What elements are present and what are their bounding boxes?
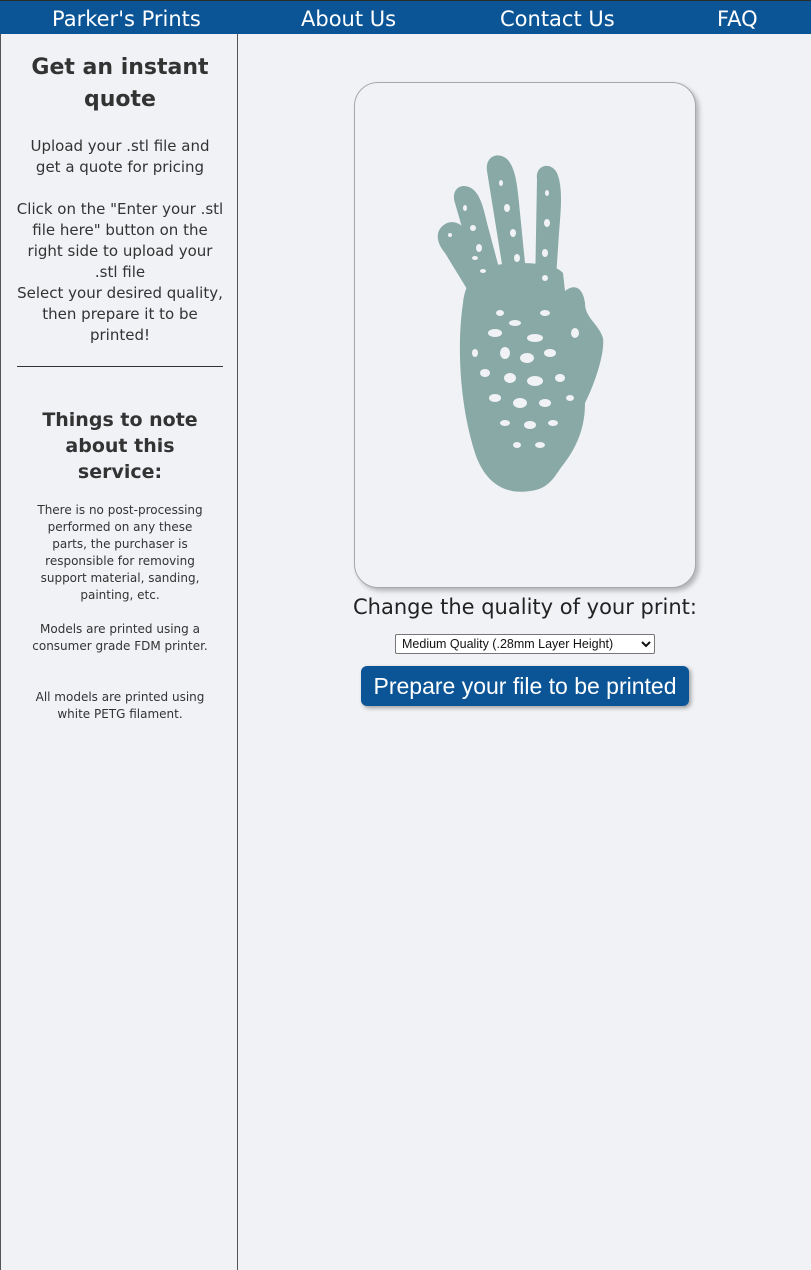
note-filament: All models are printed using white PETG … xyxy=(35,690,205,721)
sidebar-paragraph-upload: Upload your .stl file and get a quote fo… xyxy=(30,137,210,176)
sidebar: Get an instant quote Upload your .stl fi… xyxy=(0,34,238,1270)
sidebar-paragraph-quality: Select your desired quality, then prepar… xyxy=(17,284,223,344)
top-nav: Parker's Prints About Us Contact Us FAQ xyxy=(0,0,811,34)
nav-faq-link[interactable]: FAQ xyxy=(717,5,758,33)
nav-contact-us-link[interactable]: Contact Us xyxy=(500,5,615,33)
hand-model-icon xyxy=(437,155,604,492)
quality-select[interactable]: Medium Quality (.28mm Layer Height) xyxy=(395,634,655,654)
sidebar-title: Get an instant quote xyxy=(31,55,209,112)
note-printer: Models are printed using a consumer grad… xyxy=(32,622,208,653)
notes-title: Things to note about this service: xyxy=(42,409,198,483)
note-post-processing: There is no post-processing performed on… xyxy=(37,503,203,602)
nav-about-us-link[interactable]: About Us xyxy=(301,5,396,33)
nav-brand-link[interactable]: Parker's Prints xyxy=(52,5,201,33)
sidebar-paragraph-instructions: Click on the "Enter your .stl file here"… xyxy=(16,200,224,281)
quality-label: Change the quality of your print: xyxy=(353,595,697,619)
model-preview-card[interactable] xyxy=(354,82,696,588)
prepare-file-button[interactable]: Prepare your file to be printed xyxy=(361,666,689,706)
sidebar-divider xyxy=(17,366,223,367)
